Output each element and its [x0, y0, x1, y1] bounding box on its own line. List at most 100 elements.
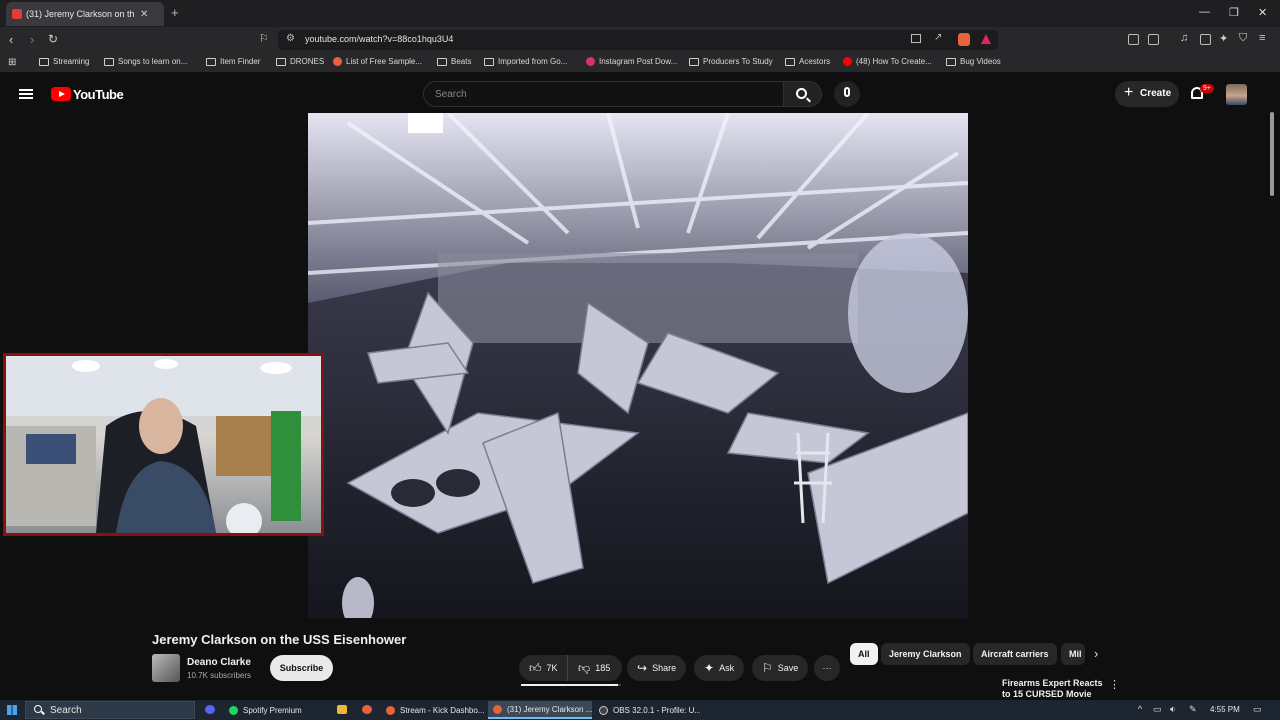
bookmark-item[interactable]: Beats [437, 57, 471, 66]
share-page-icon[interactable]: ↗ [934, 32, 942, 43]
notification-center-icon[interactable]: ▭ [1253, 704, 1262, 715]
chrome-icon[interactable] [362, 705, 372, 714]
vpn-shield-icon[interactable]: ⛉ [1239, 32, 1247, 45]
bookmark-label: List of Free Sample... [346, 57, 423, 66]
hamburger-menu-icon[interactable] [19, 89, 33, 99]
bookmark-item[interactable]: Item Finder [206, 57, 260, 66]
dislike-count: 185 [595, 663, 611, 673]
network-icon[interactable]: ▭ [1153, 704, 1162, 715]
taskbar-app-obs[interactable]: OBS 32.0.1 - Profile: U... [594, 701, 700, 719]
tray-overflow-icon[interactable]: ^ [1138, 704, 1142, 714]
pen-icon[interactable]: ✎ [1189, 704, 1197, 715]
bookmark-label: Instagram Post Dow... [599, 57, 678, 66]
minimize-icon[interactable]: — [1199, 6, 1210, 18]
bookmark-icon[interactable]: ⚐ [259, 32, 269, 45]
brave-rewards-icon[interactable] [981, 34, 991, 44]
taskbar-app-label: (31) Jeremy Clarkson ... [507, 704, 592, 714]
search-button[interactable] [784, 81, 822, 107]
subscribe-button[interactable]: Subscribe [270, 655, 333, 681]
folder-icon [39, 57, 49, 66]
brave-shield-icon[interactable] [958, 33, 970, 46]
share-label: Share [652, 663, 677, 673]
close-tab-icon[interactable]: ✕ [140, 9, 148, 20]
more-actions-button[interactable]: ··· [814, 655, 840, 681]
site-info-icon[interactable]: ⚙ [286, 33, 295, 44]
file-explorer-icon[interactable] [337, 705, 347, 714]
sidebar-icon[interactable] [1148, 34, 1159, 45]
bookmark-label: DRONES [290, 57, 325, 66]
dislike-button[interactable]: 👎︎ 185 [567, 655, 622, 681]
forward-icon[interactable]: › [30, 32, 34, 47]
ask-label: Ask [719, 663, 735, 673]
bookmark-label: Producers To Study [703, 57, 773, 66]
bookmark-item[interactable]: DRONES [276, 57, 324, 66]
youtube-header: YouTube Search + Create 9+ [0, 76, 1280, 112]
video-player[interactable] [308, 113, 968, 618]
folder-icon [437, 57, 447, 66]
search-icon [796, 88, 807, 99]
bookmark-item[interactable]: List of Free Sample... [333, 57, 422, 66]
youtube-brand[interactable]: YouTube [73, 87, 124, 102]
save-button[interactable]: ⚐ Save [752, 655, 809, 681]
leo-ai-icon[interactable]: ✦ [1219, 32, 1228, 45]
share-button[interactable]: ↪ Share [627, 655, 687, 681]
chip-all[interactable]: All [850, 643, 878, 665]
create-button[interactable]: + Create [1115, 81, 1179, 107]
taskbar-app-brave-youtube[interactable]: (31) Jeremy Clarkson ... [488, 701, 592, 719]
ask-button[interactable]: ✦ Ask [694, 655, 745, 681]
address-bar-row: ‹ › ↻ ⚐ ⚙ youtube.com/watch?v=88co1hqu3U… [0, 27, 1280, 53]
tab-search-icon[interactable] [1200, 34, 1211, 45]
recommended-thumbnail[interactable] [849, 677, 997, 697]
reload-icon[interactable]: ↻ [48, 32, 58, 46]
bookmark-item[interactable]: (48) How To Create... [843, 57, 932, 66]
youtube-logo-icon[interactable] [51, 87, 71, 101]
taskbar-app-label: Spotify Premium [243, 705, 302, 715]
channel-name[interactable]: Deano Clarke [187, 657, 251, 668]
chip-aircraft-carriers[interactable]: Aircraft carriers [973, 643, 1057, 665]
taskbar-app-brave-kick[interactable]: Stream - Kick Dashbo... [381, 701, 485, 719]
discord-icon[interactable] [205, 705, 215, 714]
folder-icon [785, 57, 795, 66]
bookmark-item[interactable]: Instagram Post Dow... [586, 57, 677, 66]
bookmark-item[interactable]: Streaming [39, 57, 89, 66]
menu-icon[interactable]: ≡ [1259, 32, 1265, 44]
like-button[interactable]: 👍︎ 7K [519, 655, 567, 681]
new-tab-button[interactable]: + [171, 5, 179, 20]
browser-tab-active[interactable]: (31) Jeremy Clarkson on the USS Eisenhow… [6, 2, 164, 26]
taskbar-clock[interactable]: 4:55 PM [1210, 705, 1240, 714]
webcam-overlay [3, 353, 324, 536]
chip-military[interactable]: Mil [1061, 643, 1085, 665]
url-field[interactable]: ⚙ youtube.com/watch?v=88co1hqu3U4 ↗ [278, 30, 998, 50]
chevron-right-icon[interactable]: › [1094, 646, 1098, 661]
bookmarks-bar: ⊞ Streaming Songs to learn on... Item Fi… [0, 53, 1280, 73]
maximize-icon[interactable]: ❐ [1229, 6, 1239, 19]
close-window-icon[interactable]: ✕ [1258, 6, 1267, 19]
channel-avatar[interactable] [152, 654, 180, 682]
bookmark-item[interactable]: Imported from Go... [484, 57, 567, 66]
bookmark-item[interactable]: Producers To Study [689, 57, 773, 66]
page-scrollbar[interactable] [1270, 112, 1274, 196]
sparkle-icon: ✦ [704, 661, 715, 675]
taskbar-app-spotify[interactable]: Spotify Premium [224, 701, 324, 719]
media-icon[interactable]: ♫ [1180, 32, 1188, 44]
bookmark-item[interactable]: Songs to learn on... [104, 57, 187, 66]
bookmark-item[interactable]: Bug Videos [946, 57, 1001, 66]
windows-start-icon[interactable] [7, 705, 17, 715]
chip-jeremy-clarkson[interactable]: Jeremy Clarkson [881, 643, 970, 665]
voice-search-button[interactable] [834, 81, 860, 107]
recommended-title[interactable]: Firearms Expert Reacts to 15 CURSED Movi… [1002, 678, 1106, 697]
tab-title: (31) Jeremy Clarkson on the USS Eisenhow… [26, 9, 134, 19]
extensions-icon[interactable] [1128, 34, 1139, 45]
search-input[interactable]: Search [423, 81, 784, 107]
folder-icon [689, 57, 699, 66]
more-vertical-icon[interactable]: ⋮ [1109, 678, 1120, 691]
account-avatar[interactable] [1226, 84, 1247, 105]
volume-icon[interactable]: 🔉︎ [1170, 704, 1176, 715]
bookmark-item[interactable]: Acestors [785, 57, 830, 66]
back-icon[interactable]: ‹ [9, 32, 13, 47]
apps-grid-icon[interactable]: ⊞ [8, 57, 16, 68]
cast-icon[interactable] [911, 34, 921, 43]
taskbar-search[interactable]: Search [25, 701, 195, 719]
site-favicon-icon [333, 57, 342, 66]
bookmark-save-icon: ⚐ [762, 661, 773, 675]
